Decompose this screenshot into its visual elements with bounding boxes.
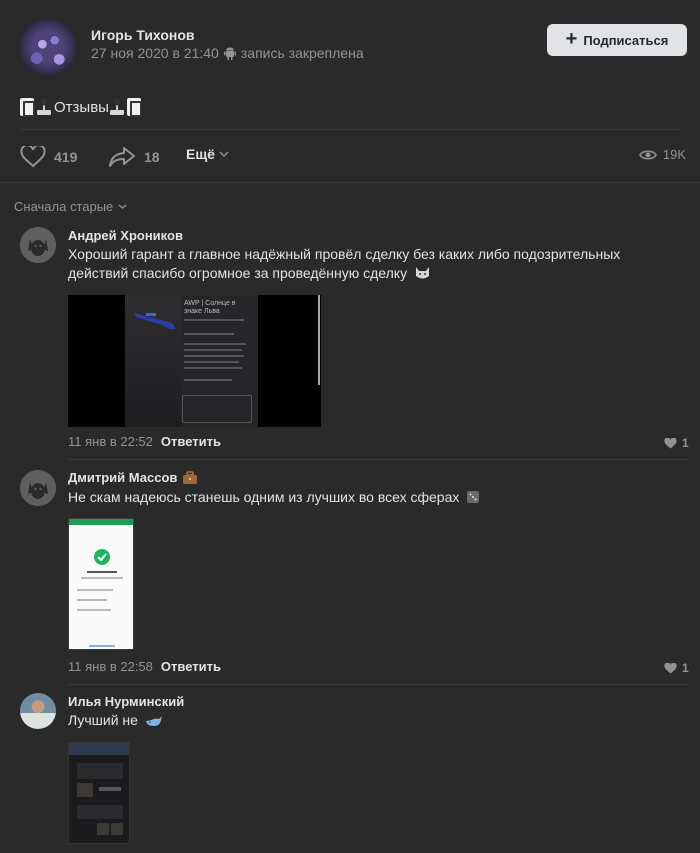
sort-label: Сначала старые xyxy=(14,199,114,214)
heart-icon xyxy=(664,437,677,448)
text-line xyxy=(184,349,242,351)
comment-avatar[interactable] xyxy=(20,693,56,729)
comment-author[interactable]: Андрей Хроников xyxy=(68,228,183,243)
views-count: 19K xyxy=(662,147,686,162)
shares-count: 18 xyxy=(144,149,160,165)
text-line xyxy=(77,599,107,601)
comment-avatar[interactable] xyxy=(20,227,56,263)
author-name[interactable]: Игорь Тихонов xyxy=(91,27,195,43)
rifle-image xyxy=(134,313,176,329)
comment-author-name: Илья Нурминский xyxy=(68,694,185,709)
subscribe-button[interactable]: + Подписаться xyxy=(547,24,687,56)
text-line xyxy=(184,367,242,369)
comment-text-content: Лучший не xyxy=(68,712,138,728)
comment-image-attachment[interactable] xyxy=(68,518,134,650)
eye-icon xyxy=(638,149,657,160)
post-text: Отзывы xyxy=(20,96,143,118)
divider xyxy=(0,182,700,183)
comment-like-button[interactable]: 1 xyxy=(664,436,689,450)
text-line xyxy=(77,609,111,611)
playing-card-icon xyxy=(126,98,142,117)
whale-icon xyxy=(145,716,162,726)
comment-text: Хороший гарант а главное надёжный провёл… xyxy=(68,245,668,283)
playing-card-icon xyxy=(20,98,35,117)
comment-text-content: Хороший гарант а главное надёжный провёл… xyxy=(68,246,621,281)
text-line xyxy=(81,577,123,579)
comment-date[interactable]: 11 янв в 22:58 xyxy=(68,659,153,674)
dice-icon xyxy=(467,491,480,503)
comment-like-button[interactable]: 1 xyxy=(664,661,689,675)
likes-count: 419 xyxy=(54,149,78,165)
image-block xyxy=(77,783,93,797)
comment-image-attachment[interactable] xyxy=(68,742,130,844)
heart-icon xyxy=(664,662,677,673)
default-avatar-icon xyxy=(20,227,56,263)
post-header: Игорь Тихонов 27 ноя 2020 в 21:40 запись… xyxy=(0,0,700,80)
text-line xyxy=(184,355,244,357)
comment-text-content: Не скам надеюсь станешь одним из лучших … xyxy=(68,489,460,505)
comment-date[interactable]: 11 янв в 22:52 xyxy=(68,434,153,449)
post-title: Отзывы xyxy=(54,98,109,116)
wall-post: Игорь Тихонов 27 ноя 2020 в 21:40 запись… xyxy=(0,0,700,853)
pinned-label: запись закреплена xyxy=(240,45,364,61)
comment-author-name: Андрей Хроников xyxy=(68,228,183,243)
text-line xyxy=(184,379,232,381)
plus-icon: + xyxy=(565,28,578,50)
like-button[interactable]: 419 xyxy=(20,146,77,168)
comment-author[interactable]: Дмитрий Массов xyxy=(68,470,198,485)
views-counter: 19K xyxy=(638,147,686,162)
image-block xyxy=(77,763,123,779)
image-block xyxy=(99,787,121,791)
heart-icon xyxy=(20,146,46,168)
comment-divider xyxy=(68,684,688,685)
android-icon xyxy=(223,47,236,60)
cat-emoji-icon xyxy=(415,267,429,279)
text-line xyxy=(89,645,115,647)
status-bar xyxy=(69,519,133,525)
text-line xyxy=(184,319,244,321)
sticker-box xyxy=(182,395,252,423)
comment-image-attachment[interactable]: AWP | Солнце в знаке Льва xyxy=(68,295,321,427)
comments-sort-dropdown[interactable]: Сначала старые xyxy=(14,199,127,214)
comment-likes-count: 1 xyxy=(682,436,689,450)
chevron-down-icon xyxy=(118,204,127,209)
more-label: Ещё xyxy=(186,146,215,162)
comment-avatar[interactable] xyxy=(20,470,56,506)
attachment-caption: AWP | Солнце в знаке Льва xyxy=(184,300,236,315)
chevron-down-icon xyxy=(219,151,229,158)
share-icon xyxy=(109,147,135,167)
comment-footer: 11 янв в 22:52 Ответить xyxy=(68,434,221,449)
comment-footer: 11 янв в 22:58 Ответить xyxy=(68,659,221,674)
comment-author-name: Дмитрий Массов xyxy=(68,470,178,485)
text-line xyxy=(87,571,117,573)
app-header xyxy=(69,743,129,755)
joystick-icon xyxy=(109,98,124,115)
more-button[interactable]: Ещё xyxy=(186,146,229,162)
joystick-icon xyxy=(37,98,51,115)
text-line xyxy=(77,589,113,591)
reply-button[interactable]: Ответить xyxy=(161,659,221,674)
post-actions: 419 18 Ещё 19K xyxy=(0,130,700,182)
post-meta: 27 ноя 2020 в 21:40 запись закреплена xyxy=(91,45,364,61)
comment-likes-count: 1 xyxy=(682,661,689,675)
post-date[interactable]: 27 ноя 2020 в 21:40 xyxy=(91,45,219,61)
share-button[interactable]: 18 xyxy=(108,146,160,168)
comment-text: Не скам надеюсь станешь одним из лучших … xyxy=(68,488,668,507)
success-check-icon xyxy=(94,549,110,565)
author-avatar[interactable] xyxy=(20,19,76,75)
subscribe-label: Подписаться xyxy=(583,32,669,48)
default-avatar-icon xyxy=(20,470,56,506)
scrollbar xyxy=(318,295,320,385)
image-block xyxy=(97,823,109,835)
reply-button[interactable]: Ответить xyxy=(161,434,221,449)
text-line xyxy=(184,333,234,335)
text-line xyxy=(184,361,239,363)
comment-text: Лучший не xyxy=(68,711,668,730)
briefcase-icon xyxy=(183,470,198,484)
image-block xyxy=(111,823,123,835)
comment-author[interactable]: Илья Нурминский xyxy=(68,694,184,709)
image-block xyxy=(77,805,123,819)
comment-divider xyxy=(68,459,688,460)
text-line xyxy=(184,343,246,345)
